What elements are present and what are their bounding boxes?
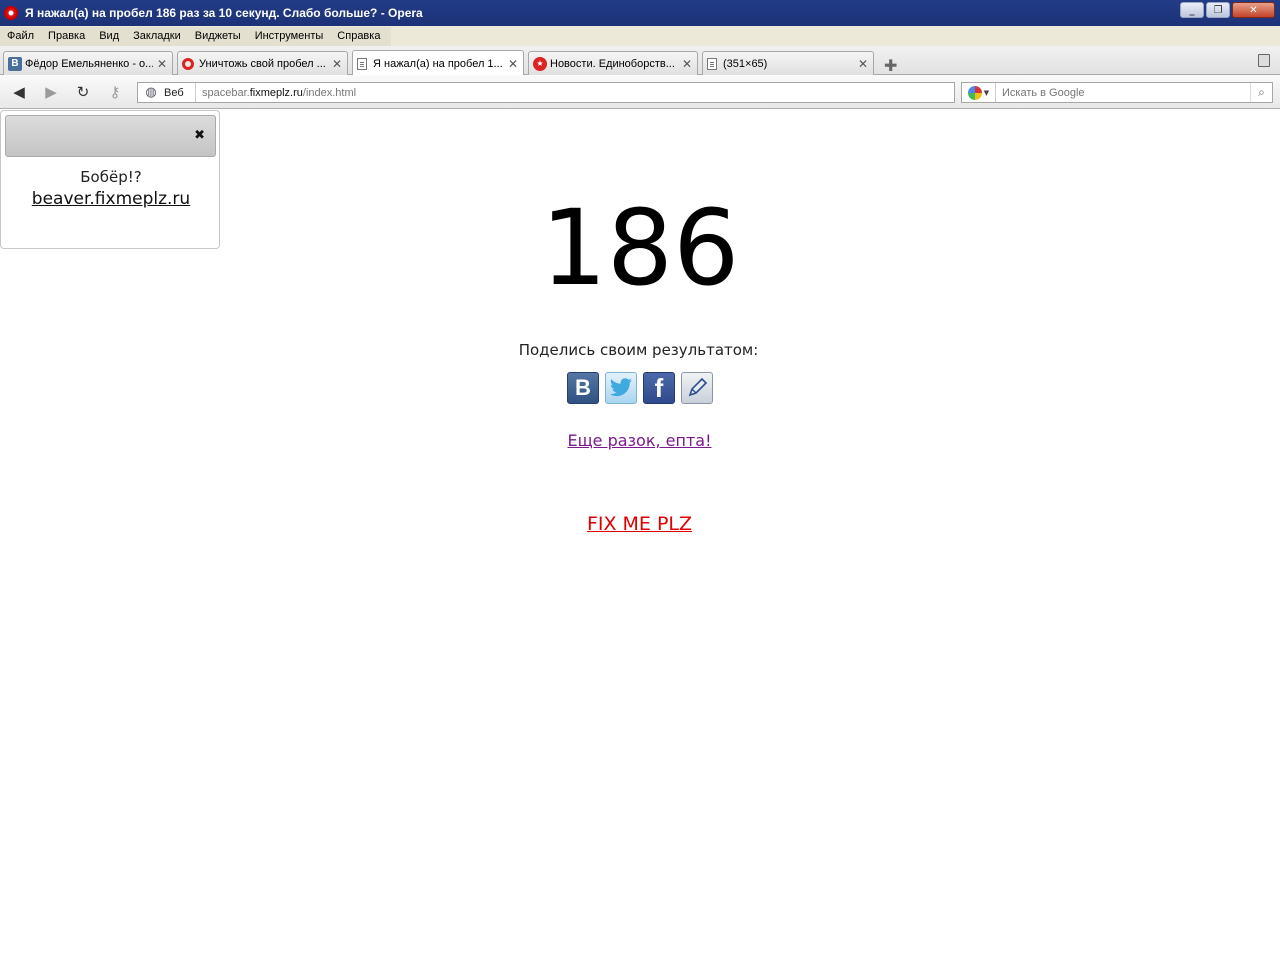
vkontakte-share-icon[interactable]: B xyxy=(567,372,599,404)
tab-fedor[interactable]: B Фёдор Емельяненко - о... ✕ xyxy=(3,51,173,75)
web-label: Веб xyxy=(164,83,196,102)
vk-icon: B xyxy=(8,56,22,71)
tab-label: Уничтожь свой пробел ... xyxy=(199,57,326,70)
tab-label: Новости. Единоборств... xyxy=(550,57,675,70)
opera-logo-icon[interactable] xyxy=(4,6,18,20)
tab-close-button[interactable]: ✕ xyxy=(507,57,519,71)
menu-edit[interactable]: Правка xyxy=(41,30,92,42)
url-text[interactable]: spacebar.fixmeplz.ru/index.html xyxy=(202,87,356,99)
tab-news[interactable]: ★ Новости. Единоборств... ✕ xyxy=(528,51,698,75)
window-title: Я нажал(а) на пробел 186 раз за 10 секун… xyxy=(25,6,423,20)
menu-help[interactable]: Справка xyxy=(330,30,387,42)
window-controls: _ ❐ ✕ xyxy=(1180,2,1275,18)
menu-file[interactable]: Файл xyxy=(0,30,41,42)
back-arrow-icon[interactable]: ◀ xyxy=(9,83,29,101)
menu-bookmarks[interactable]: Закладки xyxy=(126,30,188,42)
menu-tools[interactable]: Инструменты xyxy=(248,30,331,42)
livejournal-pencil-icon[interactable] xyxy=(681,372,713,404)
tab-spacebar-result[interactable]: Я нажал(а) на пробел 1... ✕ xyxy=(352,50,524,76)
tab-close-button[interactable]: ✕ xyxy=(857,57,869,71)
search-input[interactable] xyxy=(996,86,1250,99)
google-icon xyxy=(967,85,982,100)
twitter-share-icon[interactable] xyxy=(605,372,637,404)
search-icon[interactable]: ⌕ xyxy=(1250,83,1272,102)
close-window-button[interactable]: ✕ xyxy=(1232,2,1275,18)
fixmeplz-link[interactable]: FIX ME PLZ xyxy=(0,513,1279,535)
popup-header: ✖ xyxy=(5,115,216,157)
popup-question: Бобёр!? xyxy=(80,168,142,186)
address-field[interactable]: ◍ Веб spacebar.fixmeplz.ru/index.html xyxy=(137,82,955,103)
wand-key-icon[interactable]: ⚷ xyxy=(105,83,125,101)
url-prefix: spacebar. xyxy=(202,86,250,99)
tab-image[interactable]: (351×65) ✕ xyxy=(702,51,874,75)
trash-icon[interactable] xyxy=(1258,54,1270,67)
url-path: /index.html xyxy=(302,86,357,99)
share-label: Поделись своим результатом: xyxy=(518,341,759,359)
close-icon[interactable]: ✖ xyxy=(194,128,205,143)
reload-icon[interactable]: ↻ xyxy=(73,83,93,101)
tab-close-button[interactable]: ✕ xyxy=(156,57,168,71)
chevron-down-icon: ▼ xyxy=(983,88,990,97)
menu-view[interactable]: Вид xyxy=(92,30,126,42)
menu-strip: Файл Правка Вид Закладки Виджеты Инструм… xyxy=(0,26,392,46)
tab-close-button[interactable]: ✕ xyxy=(331,57,343,71)
pencil-icon xyxy=(688,377,708,397)
tab-close-button[interactable]: ✕ xyxy=(681,57,693,71)
share-buttons: B f xyxy=(567,372,713,404)
navigation-toolbar: ◀ ▶ ↻ ⚷ ◍ Веб spacebar.fixmeplz.ru/index… xyxy=(0,75,1280,109)
page-icon xyxy=(707,57,717,70)
tab-bar: B Фёдор Емельяненко - о... ✕ Уничтожь св… xyxy=(0,46,1280,76)
twitter-bird-icon xyxy=(610,378,632,397)
globe-icon: ◍ xyxy=(145,85,157,100)
window-titlebar[interactable]: Я нажал(а) на пробел 186 раз за 10 секун… xyxy=(0,0,1280,26)
try-again-link[interactable]: Еще разок, епта! xyxy=(0,431,1279,450)
tab-label: (351×65) xyxy=(723,57,768,70)
search-field[interactable]: ▼ ⌕ xyxy=(961,82,1273,103)
page-content: ✖ Бобёр!? beaver.fixmeplz.ru 186 Поделис… xyxy=(0,110,1280,964)
forward-arrow-icon[interactable]: ▶ xyxy=(41,83,61,101)
menu-bar: Файл Правка Вид Закладки Виджеты Инструм… xyxy=(0,26,1280,46)
restore-button[interactable]: ❐ xyxy=(1206,2,1230,18)
opera-ring-icon xyxy=(182,57,194,70)
minimize-button[interactable]: _ xyxy=(1180,2,1204,18)
tab-destroy-spacebar[interactable]: Уничтожь свой пробел ... ✕ xyxy=(177,51,348,75)
facebook-share-icon[interactable]: f xyxy=(643,372,675,404)
search-engine-selector[interactable]: ▼ xyxy=(962,83,996,102)
press-counter: 186 xyxy=(540,187,740,309)
url-host: fixmeplz.ru xyxy=(249,86,303,99)
tab-label: Фёдор Емельяненко - о... xyxy=(25,57,153,70)
tab-label: Я нажал(а) на пробел 1... xyxy=(373,57,503,70)
news-icon: ★ xyxy=(533,56,547,71)
new-tab-plus-icon[interactable]: ✚ xyxy=(884,56,897,75)
page-icon xyxy=(357,57,367,70)
menu-widgets[interactable]: Виджеты xyxy=(188,30,248,42)
